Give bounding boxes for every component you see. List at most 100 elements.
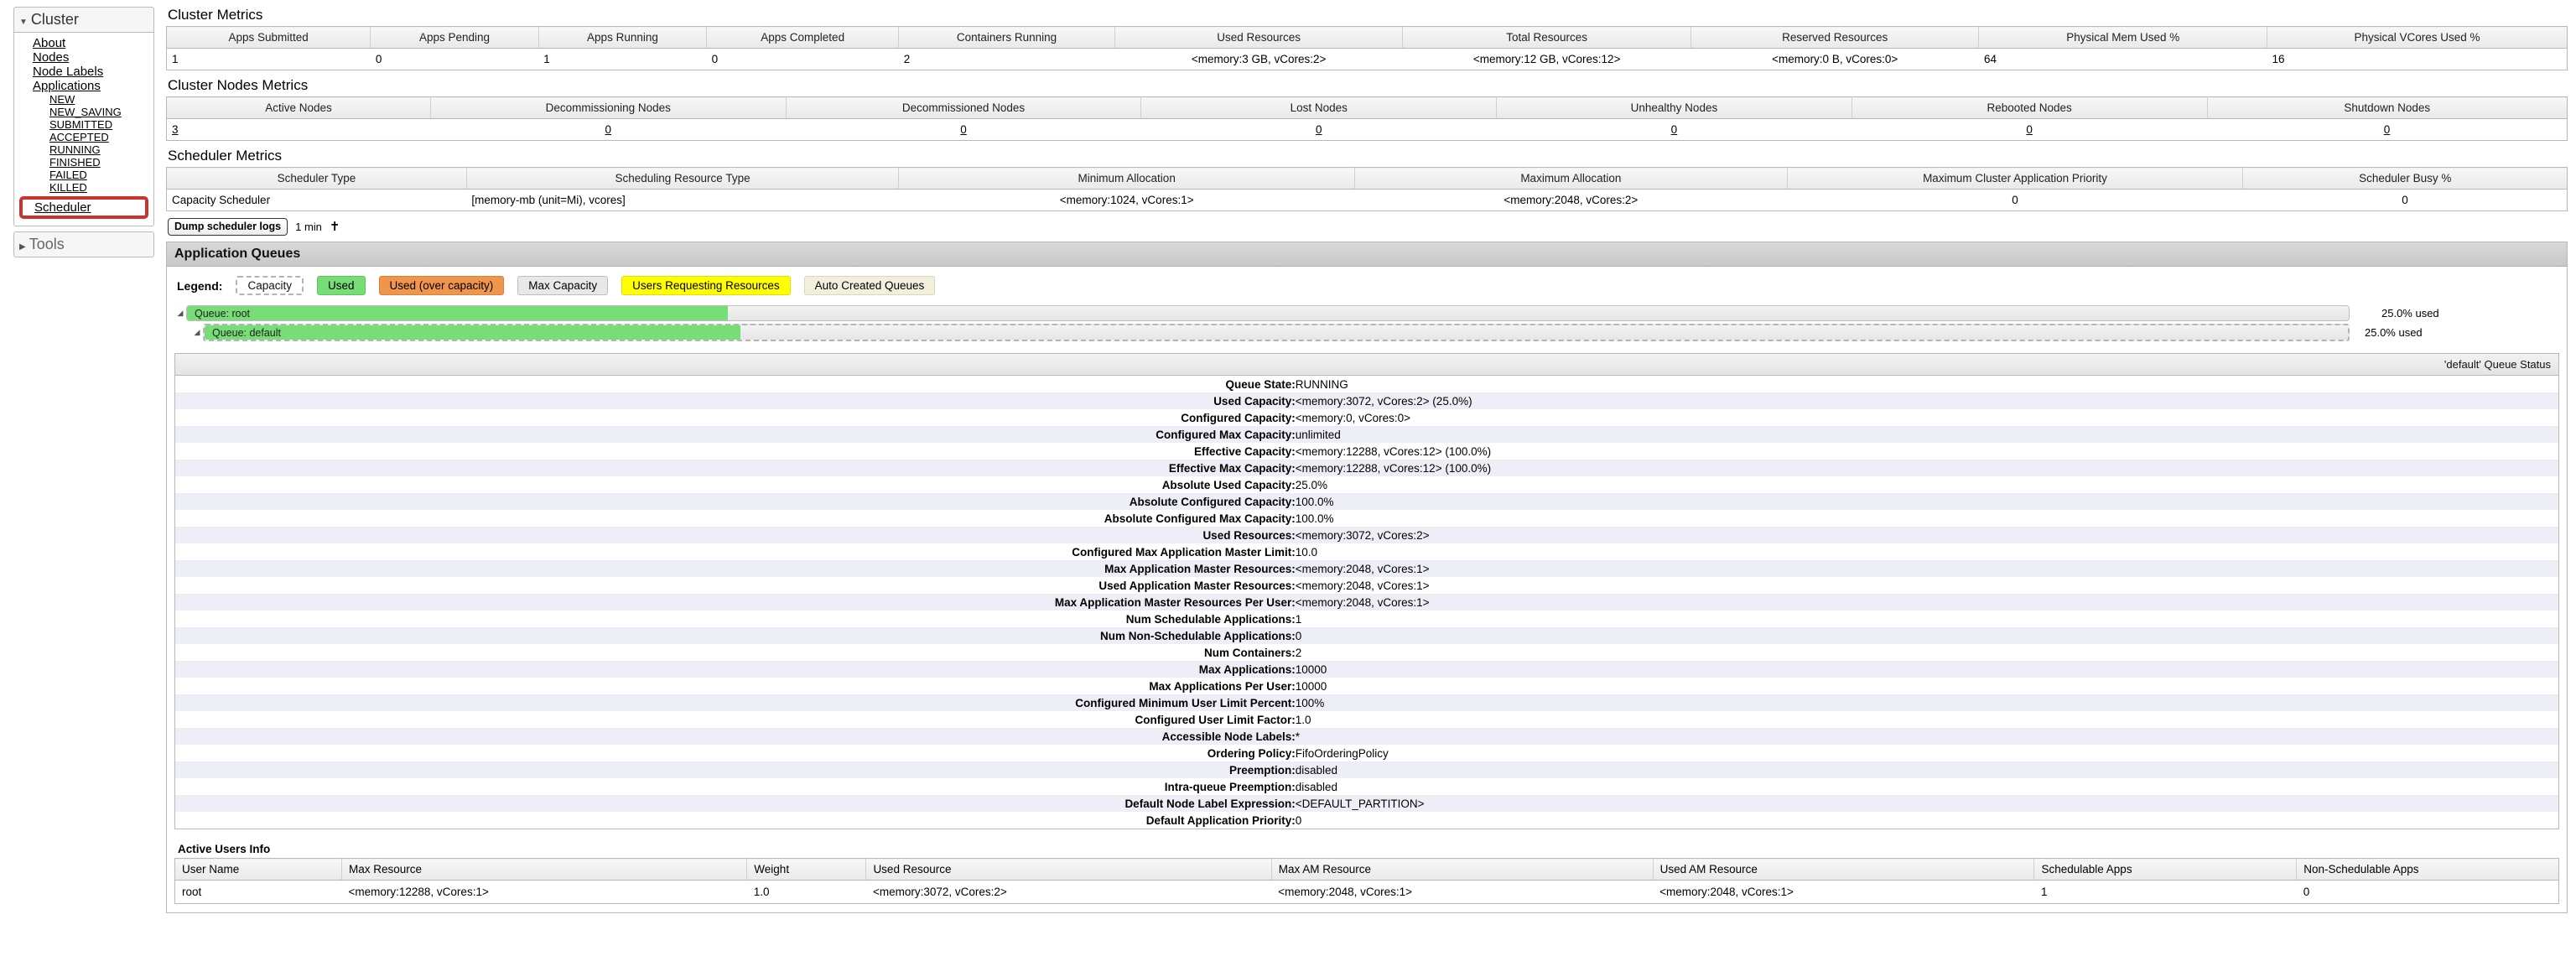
shutdown-nodes-link[interactable]: 0: [2384, 123, 2391, 136]
queue-status-row: Absolute Configured Capacity:100.0%: [175, 493, 2558, 510]
col-decommissioning-nodes[interactable]: Decommissioning Nodes: [430, 97, 786, 119]
queue-root-toggle-icon[interactable]: ◢: [174, 309, 186, 318]
sidebar-item-nodes[interactable]: Nodes: [18, 50, 150, 65]
queue-status-row: Used Resources:<memory:3072, vCores:2>: [175, 527, 2558, 543]
queue-status-key: Configured Max Application Master Limit:: [175, 543, 1296, 560]
chevron-down-icon[interactable]: ✝: [330, 221, 340, 233]
queue-status-value: 100%: [1296, 694, 2558, 711]
sidebar-item-app-new[interactable]: NEW: [18, 93, 150, 106]
sidebar-item-applications[interactable]: Applications: [18, 79, 150, 93]
queue-status-row: Configured Max Application Master Limit:…: [175, 543, 2558, 560]
cell-max-am-resource: <memory:2048, vCores:1>: [1271, 881, 1653, 904]
sidebar-item-app-running[interactable]: RUNNING: [18, 143, 150, 156]
queue-status-key: Queue State:: [175, 376, 1296, 392]
col-reserved-resources[interactable]: Reserved Resources: [1690, 27, 1979, 49]
col-apps-completed[interactable]: Apps Completed: [707, 27, 899, 49]
col-scheduler-busy[interactable]: Scheduler Busy %: [2243, 168, 2568, 190]
sidebar-item-about[interactable]: About: [18, 36, 150, 50]
queue-status-value: <memory:2048, vCores:1>: [1296, 577, 2558, 594]
cell-apps-completed: 0: [707, 49, 899, 70]
sidebar-item-app-accepted[interactable]: ACCEPTED: [18, 131, 150, 143]
col-weight[interactable]: Weight: [747, 859, 866, 881]
col-used-am-resource[interactable]: Used AM Resource: [1653, 859, 2034, 881]
col-apps-submitted[interactable]: Apps Submitted: [167, 27, 371, 49]
queue-root-track[interactable]: Queue: root: [186, 305, 2350, 321]
sidebar-item-app-finished[interactable]: FINISHED: [18, 156, 150, 169]
col-scheduling-resource-type[interactable]: Scheduling Resource Type: [466, 168, 898, 190]
sidebar-item-app-killed[interactable]: KILLED: [18, 181, 150, 194]
queue-status-row: Effective Max Capacity:<memory:12288, vC…: [175, 460, 2558, 476]
queue-status-key: Max Applications Per User:: [175, 678, 1296, 694]
queue-status-row: Num Non-Schedulable Applications:0: [175, 627, 2558, 644]
active-nodes-link[interactable]: 3: [172, 123, 179, 136]
col-used-resources[interactable]: Used Resources: [1114, 27, 1403, 49]
decommissioning-nodes-link[interactable]: 0: [605, 123, 612, 136]
col-physical-mem-used[interactable]: Physical Mem Used %: [1979, 27, 2267, 49]
col-total-resources[interactable]: Total Resources: [1403, 27, 1691, 49]
sidebar-item-node-labels[interactable]: Node Labels: [18, 65, 150, 79]
triangle-right-icon: ▶: [19, 242, 26, 252]
decommissioned-nodes-link[interactable]: 0: [960, 123, 967, 136]
col-apps-running[interactable]: Apps Running: [538, 27, 706, 49]
dump-scheduler-logs-button[interactable]: Dump scheduler logs: [168, 218, 288, 236]
lost-nodes-link[interactable]: 0: [1316, 123, 1322, 136]
queue-status-row: Absolute Used Capacity:25.0%: [175, 476, 2558, 493]
queue-status-row: Used Application Master Resources:<memor…: [175, 577, 2558, 594]
application-queues-panel: Application Queues Legend: Capacity Used…: [166, 242, 2568, 913]
col-decommissioned-nodes[interactable]: Decommissioned Nodes: [786, 97, 1141, 119]
col-minimum-allocation[interactable]: Minimum Allocation: [899, 168, 1355, 190]
sidebar-item-scheduler[interactable]: Scheduler: [23, 200, 145, 215]
queue-status-key: Max Applications:: [175, 661, 1296, 678]
col-physical-vcores-used[interactable]: Physical VCores Used %: [2267, 27, 2568, 49]
col-used-resource[interactable]: Used Resource: [866, 859, 1271, 881]
col-schedulable-apps[interactable]: Schedulable Apps: [2034, 859, 2297, 881]
queue-status-heading: 'default' Queue Status: [175, 354, 2558, 376]
col-shutdown-nodes[interactable]: Shutdown Nodes: [2207, 97, 2567, 119]
queue-status-row: Num Schedulable Applications:1: [175, 610, 2558, 627]
queue-status-key: Accessible Node Labels:: [175, 728, 1296, 745]
col-rebooted-nodes[interactable]: Rebooted Nodes: [1852, 97, 2207, 119]
col-max-cluster-app-priority[interactable]: Maximum Cluster Application Priority: [1787, 168, 2243, 190]
queue-status-row: Effective Capacity:<memory:12288, vCores…: [175, 443, 2558, 460]
queue-status-value: FifoOrderingPolicy: [1296, 745, 2558, 761]
col-max-resource[interactable]: Max Resource: [342, 859, 747, 881]
cell-rebooted-nodes: 0: [1852, 119, 2207, 141]
cell-minimum-allocation: <memory:1024, vCores:1>: [899, 190, 1355, 211]
sidebar-cluster-header[interactable]: ▼Cluster: [13, 7, 154, 33]
queue-default-track[interactable]: Queue: default: [203, 324, 2350, 341]
application-queues-title: Application Queues: [167, 242, 2567, 267]
sidebar-tools-header[interactable]: ▶Tools: [13, 231, 154, 257]
queue-root-label: Queue: root: [195, 306, 250, 322]
queue-status-value: *: [1296, 728, 2558, 745]
col-active-nodes[interactable]: Active Nodes: [167, 97, 431, 119]
sidebar-item-app-failed[interactable]: FAILED: [18, 169, 150, 181]
sidebar-item-app-new-saving[interactable]: NEW_SAVING: [18, 106, 150, 118]
active-users-title: Active Users Info: [178, 843, 2559, 855]
col-scheduler-type[interactable]: Scheduler Type: [167, 168, 467, 190]
col-apps-pending[interactable]: Apps Pending: [371, 27, 538, 49]
col-maximum-allocation[interactable]: Maximum Allocation: [1355, 168, 1787, 190]
queue-status-value: 100.0%: [1296, 493, 2558, 510]
col-max-am-resource[interactable]: Max AM Resource: [1271, 859, 1653, 881]
queue-default-toggle-icon[interactable]: ◢: [191, 328, 203, 337]
queue-status-key: Effective Max Capacity:: [175, 460, 1296, 476]
queue-status-row: Intra-queue Preemption:disabled: [175, 778, 2558, 795]
sidebar-item-app-submitted[interactable]: SUBMITTED: [18, 118, 150, 131]
unhealthy-nodes-link[interactable]: 0: [1671, 123, 1678, 136]
queue-status-key: Absolute Configured Capacity:: [175, 493, 1296, 510]
col-containers-running[interactable]: Containers Running: [899, 27, 1115, 49]
col-unhealthy-nodes[interactable]: Unhealthy Nodes: [1497, 97, 1852, 119]
col-non-schedulable-apps[interactable]: Non-Schedulable Apps: [2297, 859, 2559, 881]
queue-status-key: Preemption:: [175, 761, 1296, 778]
sidebar: ▼Cluster About Nodes Node Labels Applica…: [0, 0, 159, 956]
queue-status-panel: 'default' Queue Status Queue State:RUNNI…: [174, 353, 2559, 829]
queue-bar-default-wrap: ◢ Queue: default 25.0% used: [174, 324, 2559, 341]
col-user-name[interactable]: User Name: [175, 859, 342, 881]
cell-reserved-resources: <memory:0 B, vCores:0>: [1690, 49, 1979, 70]
triangle-down-icon: ▼: [19, 18, 28, 27]
cell-apps-submitted: 1: [167, 49, 371, 70]
queue-status-row: Used Capacity:<memory:3072, vCores:2> (2…: [175, 392, 2558, 409]
col-lost-nodes[interactable]: Lost Nodes: [1141, 97, 1497, 119]
main-content: Cluster Metrics Apps Submitted Apps Pend…: [159, 0, 2576, 956]
rebooted-nodes-link[interactable]: 0: [2026, 123, 2033, 136]
